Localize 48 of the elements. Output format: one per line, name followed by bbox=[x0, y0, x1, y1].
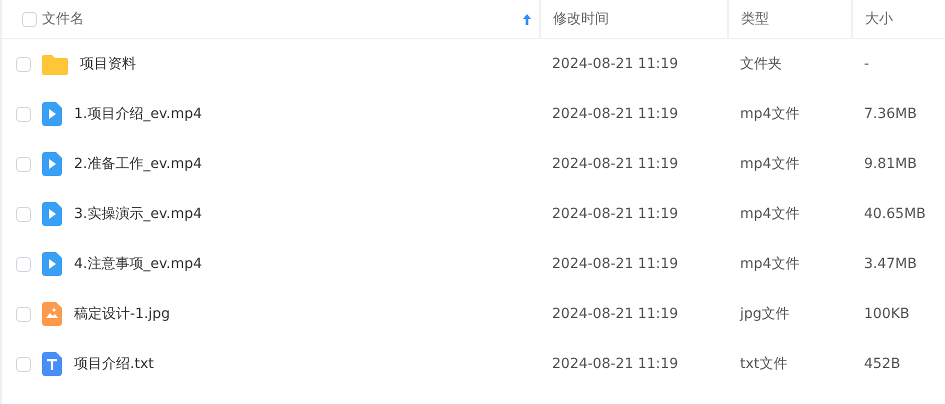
checkbox[interactable] bbox=[16, 306, 31, 322]
file-name[interactable]: 稿定设计-1.jpg bbox=[74, 305, 170, 323]
column-header[interactable]: 文件名 bbox=[42, 0, 541, 38]
file-size: 3.47MB bbox=[864, 256, 917, 272]
file-type: mp4文件 bbox=[740, 256, 800, 272]
modified-time: 2024-08-21 11:19 bbox=[552, 356, 678, 372]
modified-time: 2024-08-21 11:19 bbox=[552, 56, 678, 72]
text-file-icon bbox=[42, 352, 62, 376]
play-file-icon bbox=[42, 152, 62, 176]
checkbox[interactable] bbox=[16, 356, 31, 372]
file-name[interactable]: 3.实操演示_ev.mp4 bbox=[74, 205, 202, 223]
file-size: 7.36MB bbox=[864, 106, 917, 122]
file-size: 100KB bbox=[864, 306, 910, 322]
column-header[interactable]: 类型 bbox=[729, 0, 853, 38]
checkbox[interactable] bbox=[16, 206, 31, 222]
checkbox[interactable] bbox=[16, 106, 31, 122]
checkbox[interactable] bbox=[16, 156, 31, 172]
file-size: - bbox=[864, 56, 870, 72]
checkbox[interactable] bbox=[22, 12, 37, 26]
play-file-icon bbox=[42, 202, 62, 226]
file-size: 452B bbox=[864, 356, 900, 372]
file-name[interactable]: 1.项目介绍_ev.mp4 bbox=[74, 105, 202, 123]
file-type: jpg文件 bbox=[740, 306, 790, 322]
file-name[interactable]: 项目资料 bbox=[80, 55, 136, 73]
image-file-icon bbox=[42, 302, 62, 326]
modified-time: 2024-08-21 11:19 bbox=[552, 256, 678, 272]
play-file-icon bbox=[42, 102, 62, 126]
checkbox[interactable] bbox=[16, 256, 31, 272]
sort-arrow-icon[interactable] bbox=[523, 14, 531, 24]
file-type: 文件夹 bbox=[740, 56, 782, 72]
file-name[interactable]: 4.注意事项_ev.mp4 bbox=[74, 255, 202, 273]
play-file-icon bbox=[42, 252, 62, 276]
file-type: mp4文件 bbox=[740, 206, 800, 222]
file-size: 40.65MB bbox=[864, 206, 926, 222]
column-header[interactable]: 大小 bbox=[853, 0, 945, 38]
checkbox[interactable] bbox=[16, 56, 31, 72]
file-name[interactable]: 项目介绍.txt bbox=[74, 355, 154, 373]
modified-time: 2024-08-21 11:19 bbox=[552, 306, 678, 322]
file-size: 9.81MB bbox=[864, 156, 917, 172]
column-header[interactable]: 修改时间 bbox=[541, 0, 729, 38]
file-type: mp4文件 bbox=[740, 106, 800, 122]
file-type: txt文件 bbox=[740, 356, 788, 372]
modified-time: 2024-08-21 11:19 bbox=[552, 106, 678, 122]
modified-time: 2024-08-21 11:19 bbox=[552, 206, 678, 222]
file-type: mp4文件 bbox=[740, 156, 800, 172]
folder-icon bbox=[42, 53, 68, 75]
modified-time: 2024-08-21 11:19 bbox=[552, 156, 678, 172]
file-name[interactable]: 2.准备工作_ev.mp4 bbox=[74, 155, 202, 173]
